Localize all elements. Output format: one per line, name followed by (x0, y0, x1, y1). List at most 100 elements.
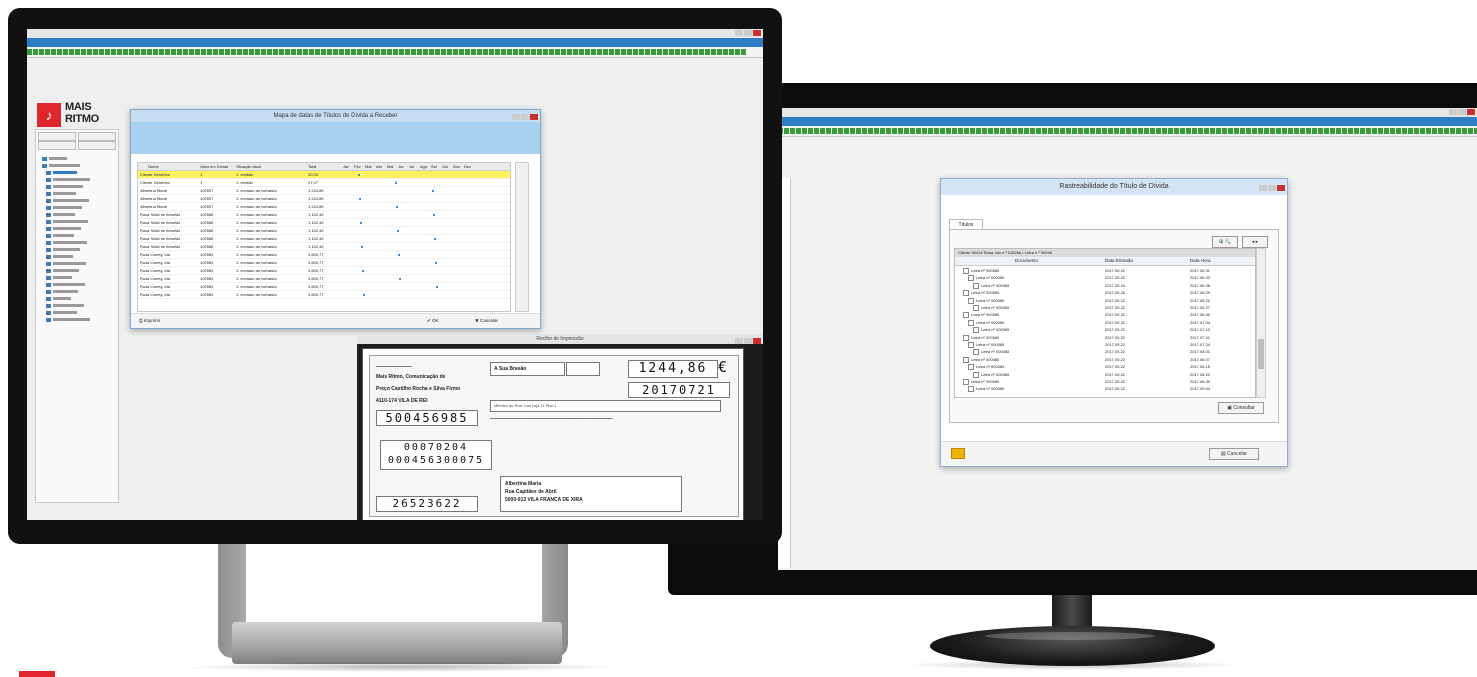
toolbar-tool-icon[interactable] (231, 49, 236, 55)
toolbar-tool-icon[interactable] (1294, 128, 1299, 134)
toolbar-tool-icon[interactable] (1126, 128, 1131, 134)
toolbar-tool-icon[interactable] (729, 49, 734, 55)
toolbar-tool-icon[interactable] (1174, 128, 1179, 134)
table-row[interactable]: Letra nº 000085 2017.05.22 2017.05.31 (955, 267, 1255, 274)
table-row[interactable]: Rosa Sofia de Almeida 100968 1. enviado ao… (138, 235, 510, 243)
toolbar-tool-icon[interactable] (1090, 128, 1095, 134)
column-header[interactable]: Out (442, 163, 448, 170)
tree-item[interactable] (46, 212, 75, 218)
toolbar-tool-icon[interactable] (345, 49, 350, 55)
toolbar[interactable] (778, 126, 1477, 137)
toolbar-tool-icon[interactable] (711, 49, 716, 55)
tree-item[interactable] (46, 226, 81, 232)
toolbar-tool-icon[interactable] (105, 49, 110, 55)
column-header[interactable]: Mar (365, 163, 372, 170)
sidebar-tab[interactable] (38, 141, 76, 150)
toolbar-tool-icon[interactable] (868, 128, 873, 134)
toolbar-tool-icon[interactable] (928, 128, 933, 134)
table-row[interactable]: Letra nº 000085 2017.05.22 2017.09.04 (955, 385, 1255, 393)
column-header[interactable]: Valor em Dívida (200, 163, 228, 170)
toolbar-tool-icon[interactable] (369, 49, 374, 55)
toolbar-tool-icon[interactable] (1066, 128, 1071, 134)
table-row[interactable]: Letra nº 000085 2017.05.22 2017.06.22 (955, 297, 1255, 304)
toolbar-tool-icon[interactable] (237, 49, 242, 55)
toolbar-tool-icon[interactable] (1372, 128, 1377, 134)
table-row[interactable]: Letra nº 000085 2017.05.22 2017.06.02 (955, 274, 1255, 282)
tree-item[interactable] (46, 170, 77, 176)
toolbar-tool-icon[interactable] (81, 49, 86, 55)
toolbar-tool-icon[interactable] (423, 49, 428, 55)
toolbar-tool-icon[interactable] (735, 49, 740, 55)
tree-item[interactable] (46, 205, 82, 211)
toolbar-tool-icon[interactable] (856, 128, 861, 134)
toolbar-tool-icon[interactable] (940, 128, 945, 134)
toolbar-tool-icon[interactable] (123, 49, 128, 55)
tree-item[interactable] (42, 163, 80, 169)
toolbar-tool-icon[interactable] (1222, 128, 1227, 134)
toolbar-tool-icon[interactable] (1360, 128, 1365, 134)
toolbar-tool-icon[interactable] (405, 49, 410, 55)
table-row[interactable]: Letra nº 000085 2017.05.22 2017.07.12 (955, 326, 1255, 334)
tree-item[interactable] (46, 261, 86, 267)
toolbar-tool-icon[interactable] (1012, 128, 1017, 134)
toolbar-tool-icon[interactable] (1048, 128, 1053, 134)
toolbar-tool-icon[interactable] (249, 49, 254, 55)
toolbar-tool-icon[interactable] (285, 49, 290, 55)
toolbar-tool-icon[interactable] (1132, 128, 1137, 134)
toolbar-tool-icon[interactable] (1234, 128, 1239, 134)
toolbar-tool-icon[interactable] (1246, 128, 1251, 134)
toolbar-tool-icon[interactable] (693, 49, 698, 55)
toolbar-tool-icon[interactable] (1210, 128, 1215, 134)
toolbar-tool-icon[interactable] (639, 49, 644, 55)
toolbar-tool-icon[interactable] (663, 49, 668, 55)
toolbar-tool-icon[interactable] (1354, 128, 1359, 134)
table-row[interactable]: Letra nº 000085 2017.05.22 2017.06.27 (955, 304, 1255, 311)
toolbar-tool-icon[interactable] (1258, 128, 1263, 134)
toolbar-tool-icon[interactable] (513, 49, 518, 55)
toolbar-tool-icon[interactable] (946, 128, 951, 134)
toolbar-tool-icon[interactable] (1318, 128, 1323, 134)
toolbar-tool-icon[interactable] (195, 49, 200, 55)
toolbar-tool-icon[interactable] (1060, 128, 1065, 134)
toolbar-tool-icon[interactable] (1108, 128, 1113, 134)
toolbar-tool-icon[interactable] (561, 49, 566, 55)
toolbar-tool-icon[interactable] (585, 49, 590, 55)
toolbar-tool-icon[interactable] (1024, 128, 1029, 134)
sidebar-tab[interactable] (78, 132, 116, 141)
column-header[interactable]: Nome (148, 163, 159, 170)
toolbar-tool-icon[interactable] (351, 49, 356, 55)
table-row[interactable]: Letra nº 000085 2017.05.26 2017.06.09 (955, 289, 1255, 297)
toolbar-tool-icon[interactable] (1414, 128, 1419, 134)
toolbar-tool-icon[interactable] (808, 128, 813, 134)
toolbar-tool-icon[interactable] (1462, 128, 1467, 134)
toolbar-tool-icon[interactable] (627, 49, 632, 55)
toolbar-tool-icon[interactable] (327, 49, 332, 55)
toolbar-tool-icon[interactable] (1390, 128, 1395, 134)
toolbar-tool-icon[interactable] (964, 128, 969, 134)
column-header[interactable]: Documento (1015, 257, 1038, 265)
toolbar-tool-icon[interactable] (267, 49, 272, 55)
toolbar-tool-icon[interactable] (615, 49, 620, 55)
column-header[interactable]: Nov (453, 163, 460, 170)
toolbar-tool-icon[interactable] (886, 128, 891, 134)
toolbar-tool-icon[interactable] (675, 49, 680, 55)
toolbar-tool-icon[interactable] (1288, 128, 1293, 134)
tree-item[interactable] (46, 233, 74, 239)
toolbar-tool-icon[interactable] (435, 49, 440, 55)
toolbar-tool-icon[interactable] (1300, 128, 1305, 134)
toolbar-tool-icon[interactable] (1030, 128, 1035, 134)
column-header[interactable]: Abr (376, 163, 382, 170)
toolbar-tool-icon[interactable] (1420, 128, 1425, 134)
toolbar-tool-icon[interactable] (339, 49, 344, 55)
toolbar-tool-icon[interactable] (93, 49, 98, 55)
toolbar-tool-icon[interactable] (273, 49, 278, 55)
toolbar-tool-icon[interactable] (838, 128, 843, 134)
toolbar-tool-icon[interactable] (1192, 128, 1197, 134)
dialog-window-controls[interactable] (511, 112, 538, 122)
toolbar-tool-icon[interactable] (375, 49, 380, 55)
column-header[interactable]: Jul (409, 163, 414, 170)
toolbar-tool-icon[interactable] (681, 49, 686, 55)
column-header[interactable]: Dez (464, 163, 471, 170)
toolbar-tool-icon[interactable] (243, 49, 248, 55)
toolbar-tool-icon[interactable] (465, 49, 470, 55)
